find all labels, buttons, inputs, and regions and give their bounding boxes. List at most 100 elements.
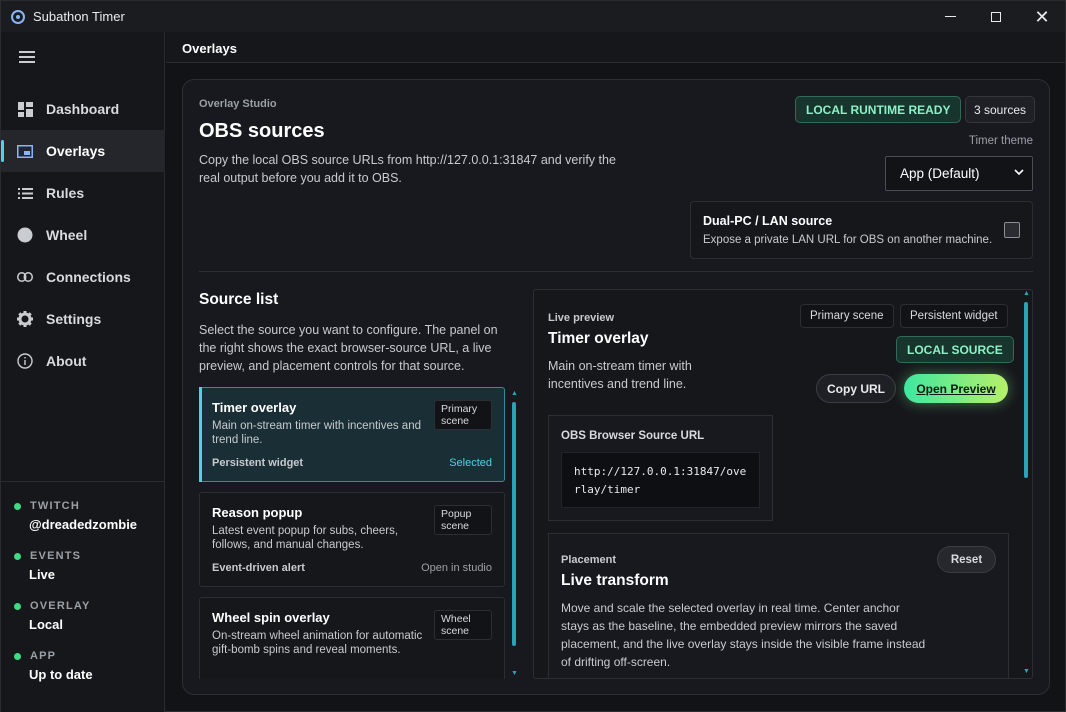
sidebar-item-label: Rules <box>46 185 85 201</box>
local-source-badge: LOCAL SOURCE <box>896 336 1014 363</box>
sidebar-item-dashboard[interactable]: Dashboard <box>1 88 165 130</box>
preview-eyebrow: Live preview <box>548 312 615 324</box>
source-scene-tag: Primary scene <box>434 400 492 430</box>
sidebar-item-settings[interactable]: Settings <box>1 298 165 340</box>
source-state[interactable]: Open in studio <box>421 562 492 574</box>
sidebar-item-label: Connections <box>46 269 131 285</box>
preview-title: Timer overlay <box>548 330 649 347</box>
status-overlay: OVERLAY Local <box>1 600 165 632</box>
status-value: Up to date <box>29 667 93 682</box>
placement-title: Live transform <box>561 572 669 589</box>
status-events: EVENTS Live <box>1 550 165 582</box>
connection-status-area: TWITCH @dreadedzombie EVENTS Live OVERLA… <box>1 481 165 700</box>
status-value: @dreadedzombie <box>29 517 138 532</box>
scrollbar-thumb[interactable] <box>1024 302 1028 478</box>
source-desc: Main on-stream timer with incentives and… <box>212 420 421 446</box>
source-name: Reason popup <box>212 505 303 520</box>
scroll-up-icon[interactable]: ▲ <box>511 390 518 397</box>
lan-desc: Expose a private LAN URL for OBS on anot… <box>703 234 993 246</box>
sidebar-item-label: Settings <box>46 311 102 327</box>
maximize-button[interactable] <box>973 1 1019 32</box>
source-name: Timer overlay <box>212 400 297 415</box>
theme-select-value: App (Default) <box>900 166 980 181</box>
maximize-icon <box>991 11 1001 22</box>
scroll-down-icon[interactable]: ▼ <box>511 670 518 677</box>
runtime-status-badge: LOCAL RUNTIME READY <box>795 96 962 123</box>
status-dot-icon <box>14 652 21 660</box>
link-icon <box>17 269 33 285</box>
timer-theme-select[interactable]: App (Default) <box>885 156 1033 191</box>
sidebar-item-label: Overlays <box>46 143 106 159</box>
source-desc: On-stream wheel animation for automatic … <box>212 630 423 656</box>
status-key: OVERLAY <box>30 600 91 612</box>
sidebar-item-rules[interactable]: Rules <box>1 172 165 214</box>
source-list-scrollbar[interactable]: ▲ ▼ <box>511 390 518 680</box>
studio-eyebrow: Overlay Studio <box>199 98 277 110</box>
source-name: Wheel spin overlay <box>212 610 330 625</box>
obs-url-box: OBS Browser Source URL http://127.0.0.1:… <box>548 415 773 521</box>
lan-source-toggle: Dual-PC / LAN source Expose a private LA… <box>690 201 1033 259</box>
chevron-down-icon <box>1014 167 1024 179</box>
source-count-badge: 3 sources <box>965 96 1036 123</box>
scene-chip: Primary scene <box>800 304 894 328</box>
list-icon <box>17 185 33 201</box>
title-bar: Subathon Timer ✕ <box>1 1 1065 32</box>
status-value: Local <box>29 617 63 632</box>
app-window: Subathon Timer ✕ Dashboard Overlays Rule… <box>0 0 1066 712</box>
source-list: Timer overlay Main on-stream timer with … <box>199 387 507 679</box>
obs-source-url[interactable]: http://127.0.0.1:31847/overlay/timer <box>561 452 760 508</box>
hamburger-menu-icon[interactable] <box>19 51 35 63</box>
source-scene-tag: Popup scene <box>434 505 492 535</box>
close-button[interactable]: ✕ <box>1019 1 1065 32</box>
status-dot-icon <box>14 502 21 510</box>
source-desc: Latest event popup for subs, cheers, fol… <box>212 525 399 551</box>
sidebar-item-wheel[interactable]: Wheel <box>1 214 165 256</box>
source-state: Selected <box>449 457 492 469</box>
source-type: Event-driven alert <box>212 562 305 574</box>
scroll-down-icon[interactable]: ▼ <box>1023 668 1030 675</box>
copy-url-button[interactable]: Copy URL <box>816 374 896 403</box>
sidebar-item-connections[interactable]: Connections <box>1 256 165 298</box>
status-key: APP <box>30 650 57 662</box>
minimize-icon <box>944 16 956 17</box>
minimize-button[interactable] <box>927 1 973 32</box>
sidebar-item-label: About <box>46 353 87 369</box>
sidebar-item-overlays[interactable]: Overlays <box>1 130 165 172</box>
studio-title: OBS sources <box>199 120 325 142</box>
source-scene-tag: Wheel scene <box>434 610 492 640</box>
theme-label: Timer theme <box>968 135 1033 147</box>
status-dot-icon <box>14 602 21 610</box>
preview-desc: Main on-stream timer with incentives and… <box>548 359 692 391</box>
lan-checkbox[interactable] <box>1004 222 1020 238</box>
divider <box>199 271 1033 272</box>
url-label: OBS Browser Source URL <box>561 430 705 442</box>
sidebar: Dashboard Overlays Rules Wheel Connectio… <box>1 32 165 712</box>
wheel-icon <box>17 227 33 243</box>
reset-button[interactable]: Reset <box>937 546 996 573</box>
source-list-title: Source list <box>199 291 279 308</box>
preview-scrollbar[interactable]: ▲ ▼ <box>1023 290 1030 678</box>
source-card-timer[interactable]: Timer overlay Main on-stream timer with … <box>199 387 505 482</box>
app-logo-icon <box>11 9 25 24</box>
scroll-up-icon[interactable]: ▲ <box>1023 290 1030 297</box>
source-card-popup[interactable]: Reason popup Latest event popup for subs… <box>199 492 505 587</box>
lan-title: Dual-PC / LAN source <box>703 214 833 228</box>
status-key: EVENTS <box>30 550 82 562</box>
placement-desc: Move and scale the selected overlay in r… <box>561 601 926 669</box>
status-dot-icon <box>14 552 21 560</box>
overlay-studio-card: Overlay Studio OBS sources Copy the loca… <box>182 79 1050 695</box>
close-icon: ✕ <box>1034 6 1050 27</box>
placement-eyebrow: Placement <box>561 554 617 566</box>
source-card-wheel[interactable]: Wheel spin overlay On-stream wheel anima… <box>199 597 505 679</box>
open-preview-button[interactable]: Open Preview <box>904 374 1008 403</box>
page-title: Overlays <box>182 41 237 56</box>
status-value: Live <box>29 567 56 582</box>
gear-icon <box>17 311 33 327</box>
sidebar-item-about[interactable]: About <box>1 340 165 382</box>
window-title: Subathon Timer <box>33 9 125 24</box>
scrollbar-thumb[interactable] <box>512 402 516 646</box>
widget-chip: Persistent widget <box>900 304 1008 328</box>
status-app: APP Up to date <box>1 650 165 682</box>
overlay-icon <box>17 143 33 159</box>
sidebar-item-label: Dashboard <box>46 101 120 117</box>
